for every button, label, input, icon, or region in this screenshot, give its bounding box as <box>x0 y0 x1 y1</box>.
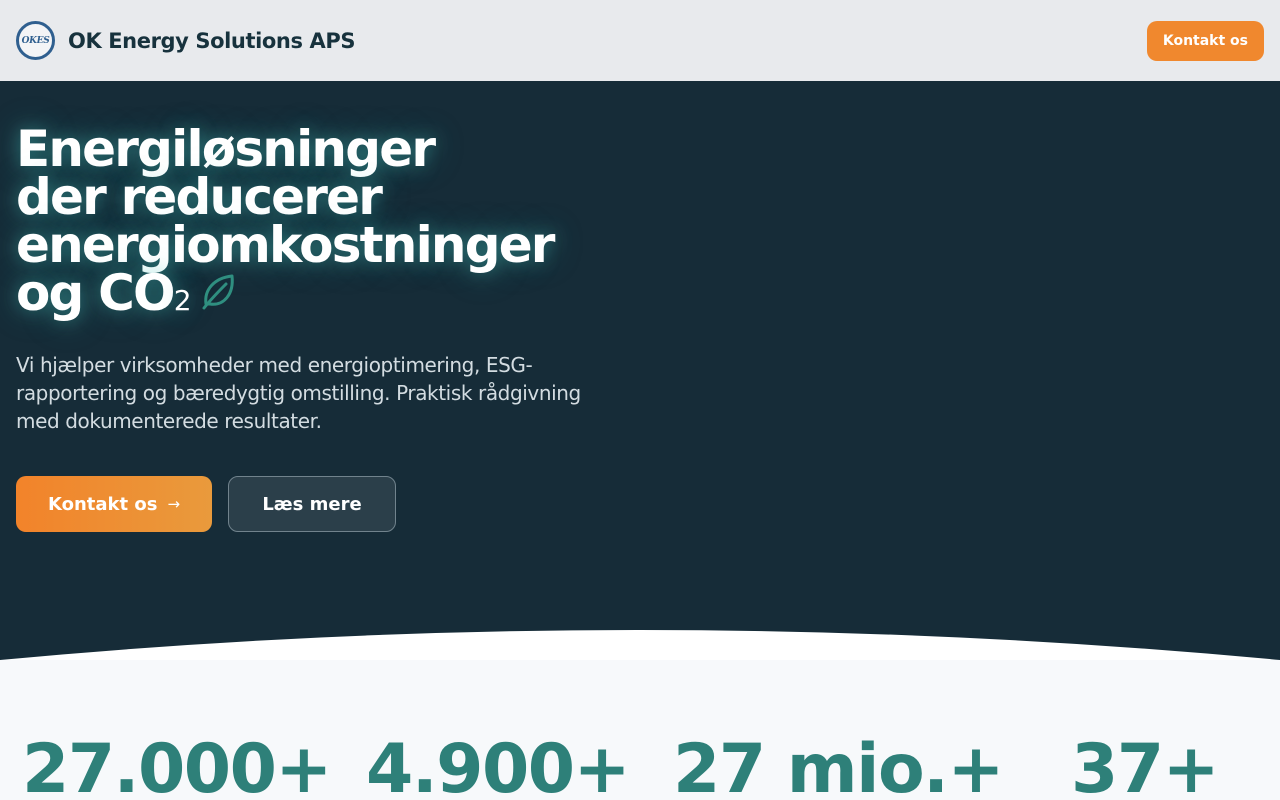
company-logo[interactable]: OKES <box>16 21 55 60</box>
stats-section: 27.000+ 4.900+ 27 mio.+ 37+ <box>0 660 1280 800</box>
header-contact-button[interactable]: Kontakt os <box>1146 20 1264 61</box>
hero-actions: Kontakt os → Læs mere <box>16 476 396 532</box>
hero-title-line-4: og CO2 <box>16 268 554 325</box>
hero-title-line-3: energiomkostninger <box>16 216 555 274</box>
site-header: OKES OK Energy Solutions APS Kontakt os <box>0 0 1280 81</box>
read-more-button[interactable]: Læs mere <box>228 476 396 532</box>
hero-title: Energiløsninger der reducerer energiomko… <box>16 120 555 325</box>
stat-value-3: 27 mio.+ <box>673 730 1005 800</box>
stat-value-2: 4.900+ <box>366 730 631 800</box>
stat-value-1: 27.000+ <box>22 730 332 800</box>
brand[interactable]: OKES OK Energy Solutions APS <box>16 21 355 60</box>
arrow-right-icon: → <box>167 495 181 513</box>
hero-contact-label: Kontakt os <box>47 493 158 515</box>
hero-section: Energiløsninger der reducerer energiomko… <box>0 81 1280 681</box>
hero-description: Vi hjælper virksomheder med energioptime… <box>16 353 581 433</box>
hero-title-subscript: 2 <box>173 284 192 317</box>
brand-name[interactable]: OK Energy Solutions APS <box>68 29 355 53</box>
hero-contact-button[interactable]: Kontakt os → <box>16 476 212 532</box>
hero-title-co: og CO <box>16 264 176 322</box>
stat-value-4: 37+ <box>1071 730 1220 800</box>
logo-text: OKES <box>21 35 50 46</box>
hero-title-line-1: Energiløsninger <box>16 120 436 178</box>
hero-title-line-2: der reducerer <box>16 168 383 226</box>
leaf-icon <box>202 274 234 310</box>
